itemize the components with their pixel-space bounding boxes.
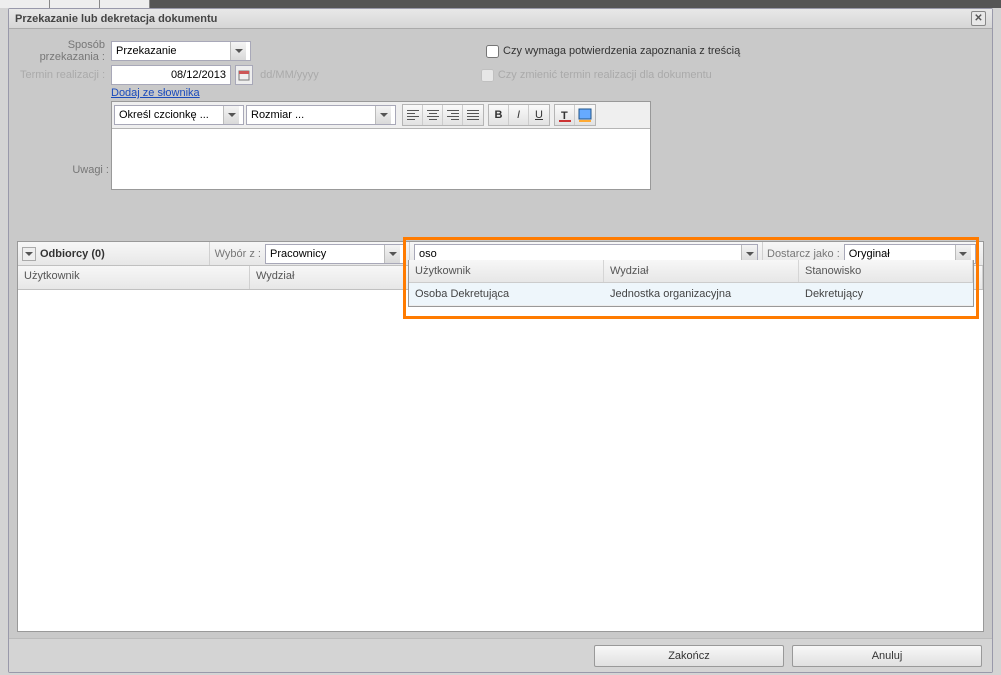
underline-button[interactable]: U [529,105,549,125]
chevron-down-icon [380,113,388,117]
confirm-read-label: Czy wymaga potwierdzenia zapoznania z tr… [503,45,740,57]
anuluj-button[interactable]: Anuluj [792,645,982,667]
editor-toolbar: B I U T [112,102,650,129]
format-group: B I U [488,104,550,126]
zakoncz-button[interactable]: Zakończ [594,645,784,667]
size-dropdown-arrow[interactable] [375,106,391,124]
confirm-read-checkbox-wrap: Czy wymaga potwierdzenia zapoznania z tr… [486,45,740,58]
termin-input[interactable] [111,65,231,85]
rich-text-editor: B I U T [111,101,651,190]
bg-segment [50,0,100,8]
wybor-input[interactable] [266,245,384,263]
size-combo[interactable] [246,105,396,125]
chevron-down-icon [228,113,236,117]
close-button[interactable]: ✕ [971,11,986,26]
bg-segment [100,0,150,8]
dodaj-ze-slownika-link[interactable]: Dodaj ze słownika [111,87,200,99]
chevron-down-icon [25,252,33,256]
ac-cell-wydzial: Jednostka organizacyjna [604,283,799,305]
wybor-dropdown-arrow[interactable] [384,245,400,263]
ac-head-uzytkownik: Użytkownik [409,260,604,282]
sposob-dropdown-arrow[interactable] [230,42,246,60]
uwagi-label: Uwagi : [9,164,109,176]
editor-textarea[interactable] [112,129,650,189]
align-center-icon [427,110,439,120]
chevron-down-icon [235,49,243,53]
chevron-down-icon [389,252,397,256]
bg-segment [0,0,50,8]
bold-button[interactable]: B [489,105,509,125]
italic-button[interactable]: I [509,105,529,125]
ac-cell-stanowisko: Dekretujący [799,283,973,305]
dialog-title-text: Przekazanie lub dekretacja dokumentu [15,9,217,29]
row-termin: Termin realizacji : dd/MM/yyyy Czy zmien… [9,65,992,85]
wybor-combo[interactable] [265,244,405,264]
align-group [402,104,484,126]
align-left-button[interactable] [403,105,423,125]
sposob-combo[interactable] [111,41,251,61]
align-left-icon [407,110,419,120]
calendar-icon [238,69,250,81]
col-header-uzytkownik[interactable]: Użytkownik [18,266,250,289]
align-right-button[interactable] [443,105,463,125]
font-combo[interactable] [114,105,244,125]
termin-date-picker-button[interactable] [235,65,253,85]
row-sposob: Sposób przekazania : Czy wymaga potwierd… [9,39,992,63]
change-termin-checkbox-wrap: Czy zmienić termin realizacji dla dokume… [481,69,712,82]
termin-format-hint: dd/MM/yyyy [260,69,319,81]
change-termin-label: Czy zmienić termin realizacji dla dokume… [498,69,712,81]
sposob-label: Sposób przekazania : [9,39,109,63]
dialog-titlebar: Przekazanie lub dekretacja dokumentu ✕ [9,9,992,29]
chevron-down-icon [746,252,754,256]
autocomplete-row[interactable]: Osoba Dekretująca Jednostka organizacyjn… [409,283,973,306]
confirm-read-checkbox[interactable] [486,45,499,58]
sposob-input[interactable] [112,42,230,60]
autocomplete-header: Użytkownik Wydział Stanowisko [409,260,973,283]
wybor-label: Wybór z : [215,248,261,260]
dialog-body: Sposób przekazania : Czy wymaga potwierd… [9,29,992,190]
font-dropdown-arrow[interactable] [223,106,239,124]
align-justify-button[interactable] [463,105,483,125]
align-center-button[interactable] [423,105,443,125]
dialog-window: Przekazanie lub dekretacja dokumentu ✕ S… [8,8,993,673]
dialog-footer: Zakończ Anuluj [9,638,992,672]
size-input[interactable] [247,106,375,124]
align-right-icon [447,110,459,120]
bg-color-button[interactable] [575,105,595,125]
odbiorcy-label: Odbiorcy (0) [40,248,105,260]
ac-head-stanowisko: Stanowisko [799,260,973,282]
search-autocomplete-panel: Użytkownik Wydział Stanowisko Osoba Dekr… [408,260,974,307]
text-color-icon: T [558,108,572,122]
color-group: T [554,104,596,126]
collapse-toggle[interactable] [22,247,36,261]
ac-cell-uzytkownik: Osoba Dekretująca [409,283,604,305]
background-top-bar [0,0,1001,8]
chevron-down-icon [959,252,967,256]
termin-label: Termin realizacji : [9,69,109,81]
dostarcz-label: Dostarcz jako : [767,248,840,260]
ac-head-wydzial: Wydział [604,260,799,282]
align-justify-icon [467,110,479,120]
close-icon: ✕ [974,9,982,29]
font-input[interactable] [115,106,223,124]
change-termin-checkbox [481,69,494,82]
bg-color-icon [578,108,592,122]
row-link: Dodaj ze słownika [9,87,992,99]
text-color-button[interactable]: T [555,105,575,125]
